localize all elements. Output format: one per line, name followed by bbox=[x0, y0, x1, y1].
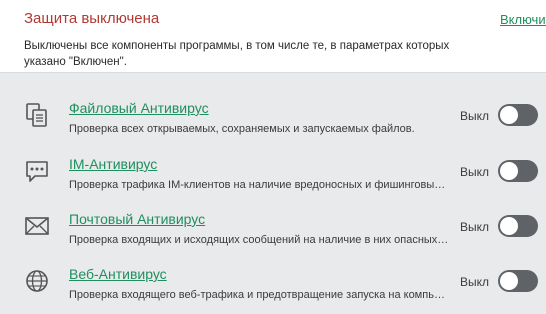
protection-status-description: Выключены все компоненты программы, в то… bbox=[24, 40, 450, 68]
protection-status-panel: Защита выключена Включить Выключены все … bbox=[0, 0, 546, 73]
component-description: Проверка всех открываемых, сохраняемых и… bbox=[69, 123, 415, 135]
globe-icon bbox=[24, 268, 50, 294]
component-state-label: Выкл bbox=[460, 275, 490, 289]
web-antivirus-toggle[interactable] bbox=[498, 270, 538, 292]
toggle-knob bbox=[500, 217, 518, 235]
component-state-label: Выкл bbox=[460, 220, 490, 234]
component-state-label: Выкл bbox=[460, 109, 490, 123]
component-description: Проверка входящих и исходящих сообщений … bbox=[69, 234, 449, 246]
protection-status-title: Защита выключена bbox=[24, 10, 160, 27]
component-description: Проверка трафика IM-клиентов на наличие … bbox=[69, 179, 449, 191]
component-title-mail-antivirus[interactable]: Почтовый Антивирус bbox=[69, 211, 205, 227]
mail-antivirus-toggle[interactable] bbox=[498, 215, 538, 237]
component-description: Проверка входящего веб-трафика и предотв… bbox=[69, 289, 449, 301]
enable-protection-link[interactable]: Включить bbox=[500, 12, 546, 27]
component-row-web-antivirus: Веб-Антивирус Проверка входящего веб-тра… bbox=[0, 262, 546, 314]
file-antivirus-toggle[interactable] bbox=[498, 104, 538, 126]
toggle-knob bbox=[500, 106, 518, 124]
component-row-mail-antivirus: Почтовый Антивирус Проверка входящих и и… bbox=[0, 207, 546, 259]
component-title-web-antivirus[interactable]: Веб-Антивирус bbox=[69, 266, 167, 282]
component-title-im-antivirus[interactable]: IM-Антивирус bbox=[69, 156, 157, 172]
component-row-file-antivirus: Файловый Антивирус Проверка всех открыва… bbox=[0, 96, 546, 148]
component-state-label: Выкл bbox=[460, 165, 490, 179]
chat-bubble-icon bbox=[24, 158, 50, 184]
component-row-im-antivirus: IM-Антивирус Проверка трафика IM-клиенто… bbox=[0, 152, 546, 204]
file-documents-icon bbox=[24, 102, 50, 128]
toggle-knob bbox=[500, 272, 518, 290]
im-antivirus-toggle[interactable] bbox=[498, 160, 538, 182]
component-title-file-antivirus[interactable]: Файловый Антивирус bbox=[69, 100, 209, 116]
toggle-knob bbox=[500, 162, 518, 180]
envelope-icon bbox=[24, 213, 50, 239]
